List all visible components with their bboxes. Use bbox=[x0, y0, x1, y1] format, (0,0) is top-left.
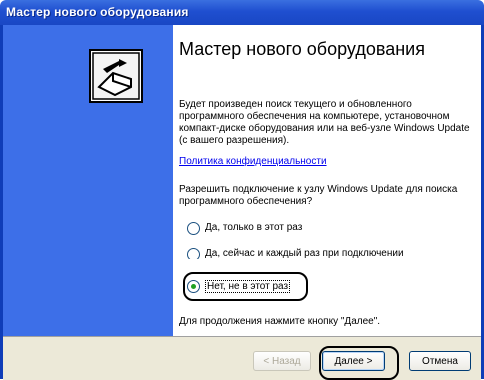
radio-label: Да, только в этот раз bbox=[205, 222, 303, 233]
button-bar: < Назад Далее > Отмена bbox=[3, 336, 481, 380]
privacy-link[interactable]: Политика конфиденциальности bbox=[179, 156, 327, 167]
radio-yes-always[interactable]: Да, сейчас и каждый раз при подключении … bbox=[187, 248, 417, 259]
radio-circle[interactable] bbox=[187, 222, 200, 235]
radio-label: Да, сейчас и каждый раз при подключении … bbox=[205, 248, 404, 259]
radio-circle-selected[interactable] bbox=[187, 280, 200, 293]
next-button[interactable]: Далее > bbox=[322, 351, 385, 371]
radio-yes-once[interactable]: Да, только в этот раз bbox=[187, 222, 302, 235]
intro-text: Будет произведен поиск текущего и обновл… bbox=[179, 99, 470, 146]
continue-hint: Для продолжения нажмите кнопку "Далее". bbox=[179, 316, 381, 327]
title-bar[interactable]: Мастер нового оборудования bbox=[0, 0, 484, 25]
radio-circle[interactable] bbox=[187, 248, 200, 259]
wizard-banner bbox=[3, 25, 173, 336]
window-title: Мастер нового оборудования bbox=[6, 5, 189, 19]
question-text: Разрешить подключение к узлу Windows Upd… bbox=[179, 184, 458, 207]
wizard-content: Мастер нового оборудования Будет произве… bbox=[173, 25, 479, 336]
back-button[interactable]: < Назад bbox=[253, 351, 311, 371]
wizard-heading: Мастер нового оборудования bbox=[179, 39, 425, 59]
radio-label: Нет, не в этот раз bbox=[205, 280, 291, 293]
cancel-button[interactable]: Отмена bbox=[409, 351, 471, 371]
radio-no[interactable]: Нет, не в этот раз bbox=[187, 280, 291, 293]
hardware-wizard-icon bbox=[89, 49, 143, 103]
